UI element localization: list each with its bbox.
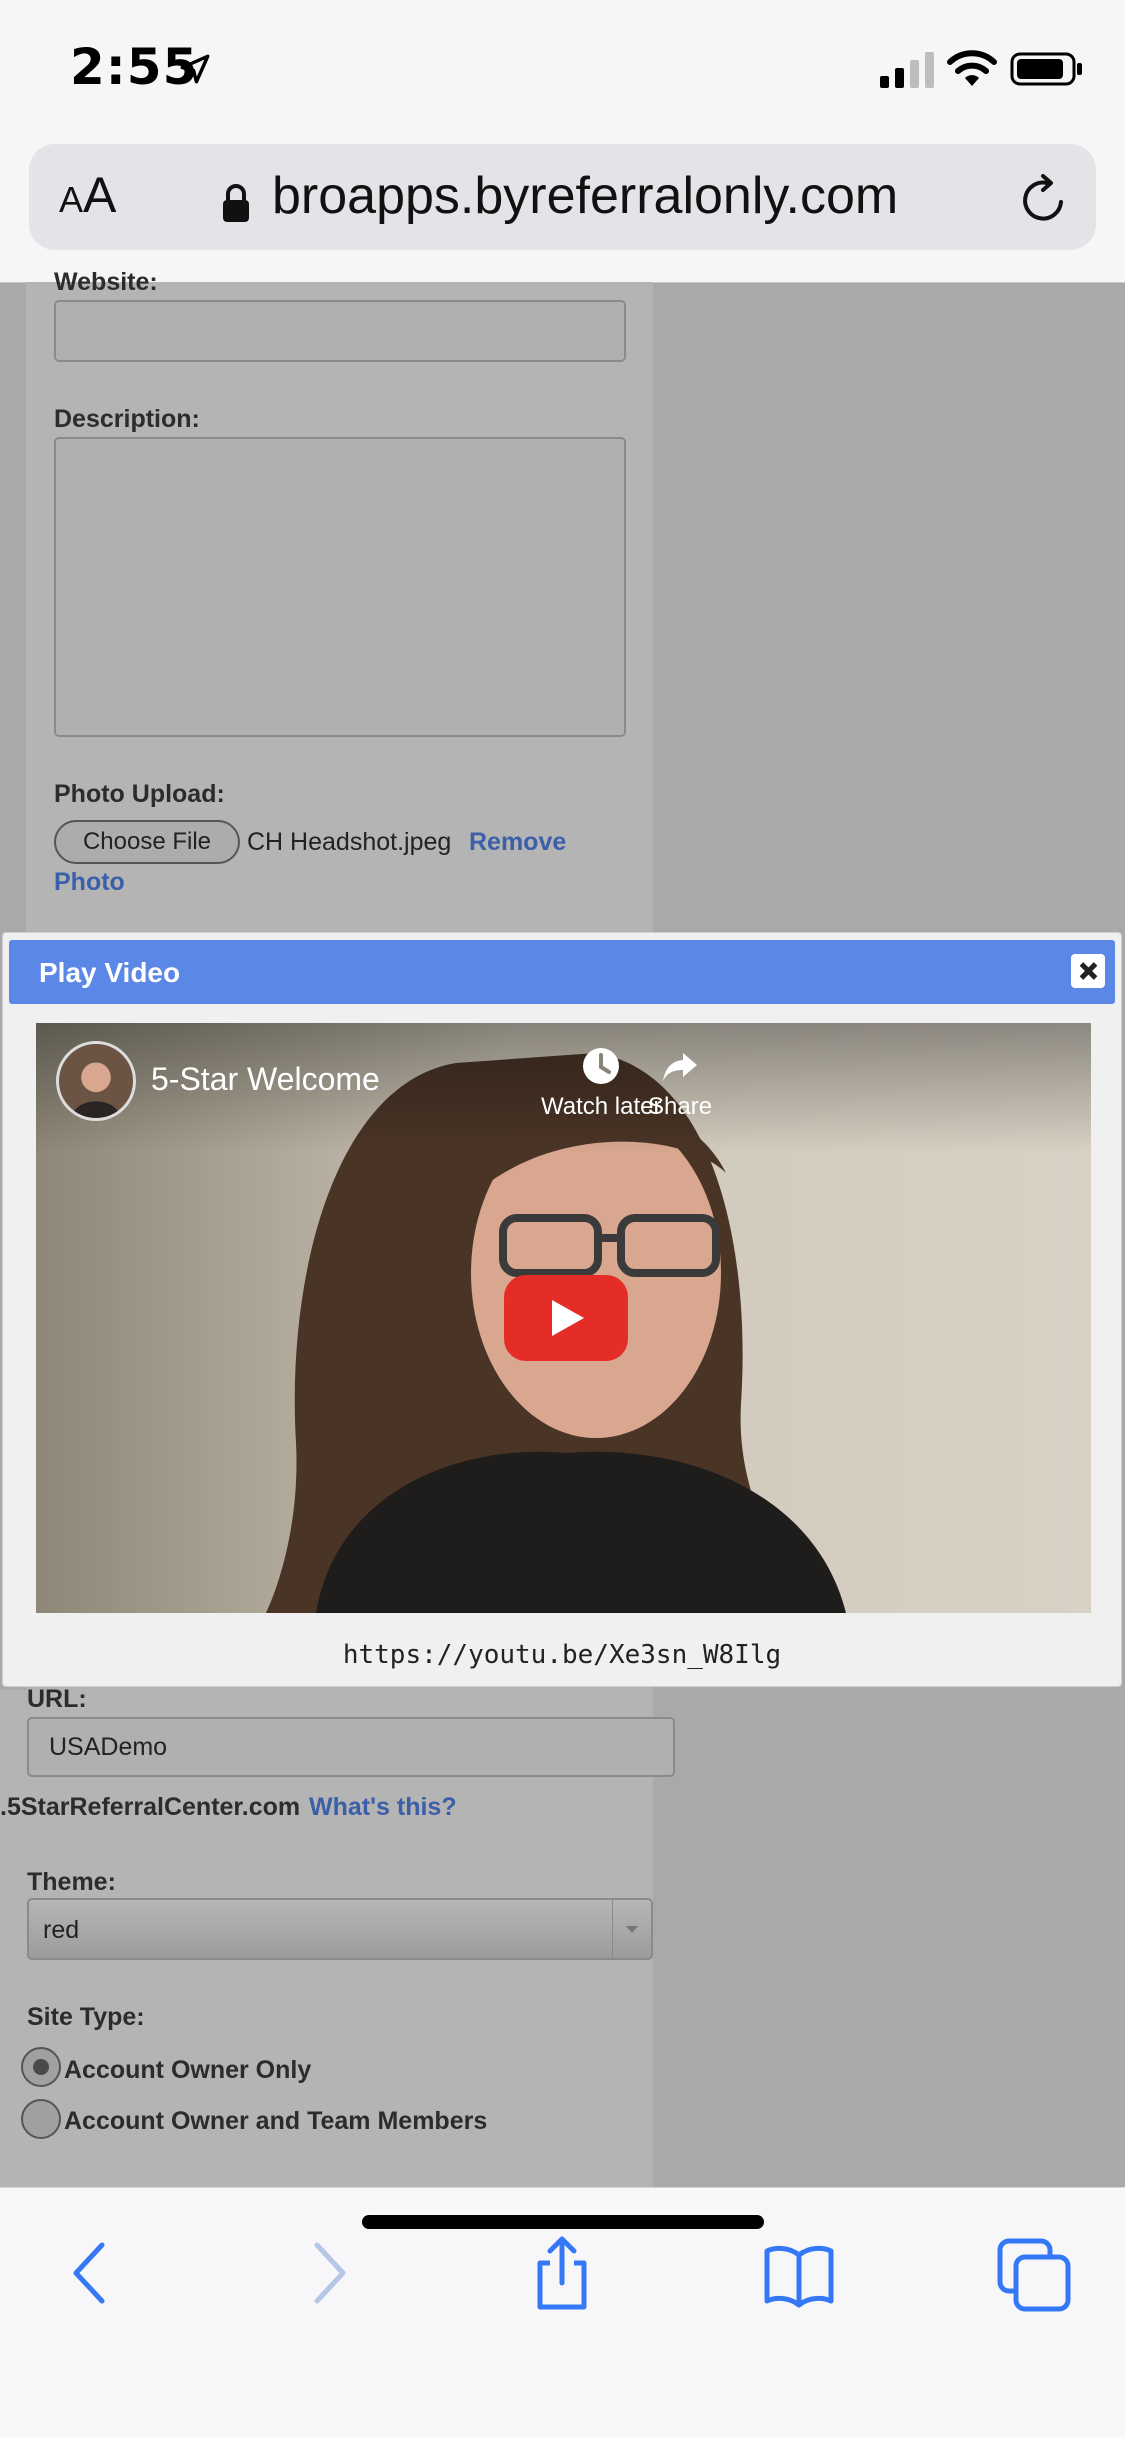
- battery-icon: [1010, 52, 1082, 86]
- site-type-option-label: Account Owner Only: [64, 2056, 312, 2084]
- text-size-large-glyph: A: [83, 167, 117, 223]
- theme-label: Theme:: [27, 1868, 116, 1896]
- bookmarks-icon[interactable]: [759, 2233, 839, 2313]
- youtube-video-player[interactable]: 5-Star Welcome Watch later Share: [36, 1023, 1091, 1613]
- site-type-radio-owner-only[interactable]: [21, 2047, 61, 2087]
- channel-avatar[interactable]: [56, 1041, 136, 1121]
- share-arrow-icon: [663, 1053, 698, 1081]
- site-type-option-label: Account Owner and Team Members: [64, 2107, 488, 2135]
- watch-later-button[interactable]: Watch later: [541, 1045, 661, 1121]
- site-type-label: Site Type:: [27, 2003, 145, 2031]
- home-indicator[interactable]: [362, 2215, 764, 2229]
- play-button-icon[interactable]: [504, 1275, 628, 1361]
- video-title[interactable]: 5-Star Welcome: [151, 1061, 380, 1098]
- video-url-text: https://youtu.be/Xe3sn_W8Ilg: [342, 1640, 782, 1670]
- share-icon[interactable]: [522, 2233, 602, 2313]
- location-arrow-icon: [180, 54, 210, 84]
- website-input[interactable]: [54, 300, 626, 362]
- theme-select[interactable]: red: [27, 1898, 653, 1960]
- remove-photo-link[interactable]: Remove: [469, 828, 566, 857]
- reload-icon[interactable]: [1017, 174, 1069, 226]
- photo-upload-label: Photo Upload:: [54, 780, 225, 808]
- tabs-icon[interactable]: [994, 2233, 1074, 2313]
- description-label: Description:: [54, 405, 200, 433]
- description-textarea[interactable]: [54, 437, 626, 737]
- forward-icon[interactable]: [287, 2233, 367, 2313]
- selected-file-name: CH Headshot.jpeg: [247, 828, 452, 856]
- whats-this-link[interactable]: What's this?: [309, 1793, 457, 1822]
- site-type-radio-owner-team[interactable]: [21, 2099, 61, 2139]
- theme-select-value: red: [43, 1916, 80, 1944]
- avatar-portrait-icon: [71, 1062, 121, 1118]
- choose-file-button[interactable]: Choose File: [54, 820, 240, 864]
- status-bar: 2:55: [0, 0, 1125, 140]
- play-video-modal: Play Video 5-Star Welcome Watch later Sh…: [2, 932, 1122, 1687]
- close-icon[interactable]: [1071, 954, 1105, 988]
- text-size-button[interactable]: AA: [59, 166, 116, 226]
- address-bar[interactable]: AA broapps.byreferralonly.com: [29, 144, 1096, 250]
- share-label: Share: [648, 1093, 713, 1120]
- lock-icon: [223, 184, 249, 222]
- modal-title: Play Video: [39, 957, 181, 988]
- url-label: URL:: [27, 1685, 87, 1713]
- address-domain[interactable]: broapps.byreferralonly.com: [272, 166, 898, 226]
- domain-suffix: .5StarReferralCenter.com: [0, 1793, 301, 1821]
- clock-icon: [583, 1048, 620, 1084]
- modal-header: Play Video: [9, 940, 1115, 1004]
- share-button[interactable]: Share: [648, 1045, 712, 1121]
- text-size-small-glyph: A: [59, 179, 84, 220]
- url-input[interactable]: USADemo: [27, 1717, 675, 1777]
- website-label: Website:: [54, 268, 158, 296]
- select-arrow-icon: [612, 1900, 651, 1958]
- remove-photo-link-wrap[interactable]: Photo: [54, 868, 125, 897]
- back-icon[interactable]: [52, 2233, 132, 2313]
- watch-later-label: Watch later: [541, 1093, 662, 1120]
- cellular-signal-icon: [880, 52, 934, 88]
- wifi-icon: [947, 50, 997, 86]
- browser-address-area: AA broapps.byreferralonly.com: [0, 140, 1125, 283]
